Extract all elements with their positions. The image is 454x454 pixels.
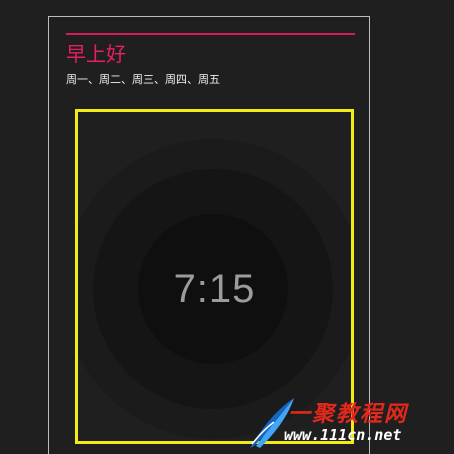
watermark-name: 一聚教程网	[288, 402, 409, 427]
repeat-days: 周一、周二、周三、周四、周五	[66, 73, 220, 86]
watermark-url: www.111cn.net	[284, 426, 402, 444]
greeting-title: 早上好	[66, 42, 126, 66]
alarm-time: 7:15	[173, 267, 256, 311]
accent-divider	[66, 33, 355, 35]
site-watermark: 一聚教程网 www.111cn.net	[248, 392, 454, 454]
